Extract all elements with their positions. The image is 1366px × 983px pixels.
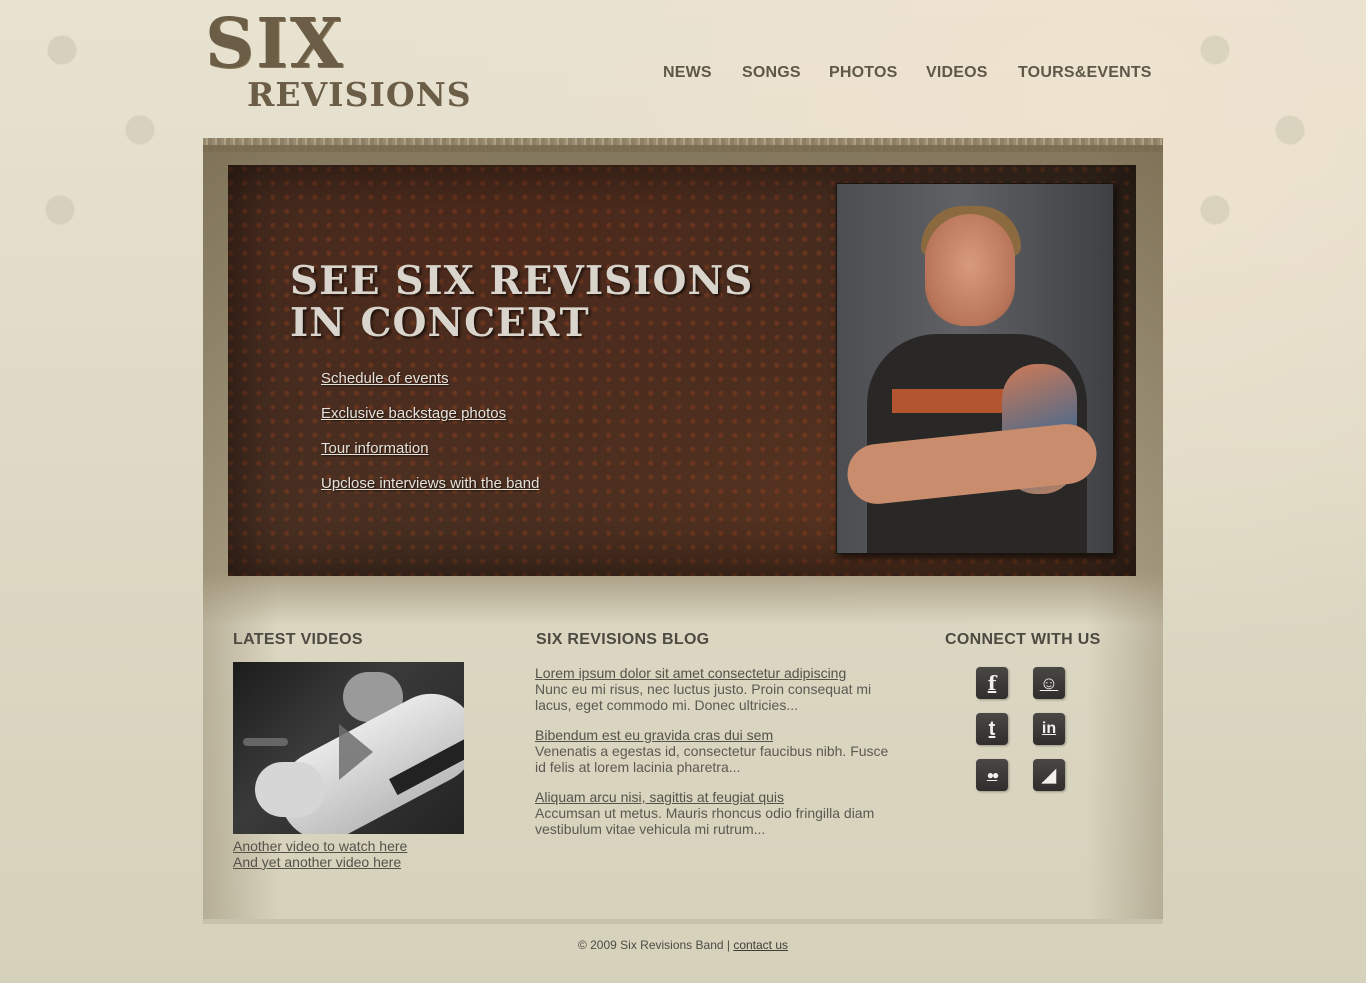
- footer-divider: [203, 919, 1163, 924]
- hero-link-backstage-photos[interactable]: Exclusive backstage photos: [321, 405, 539, 422]
- hero-link-list: Schedule of events Exclusive backstage p…: [321, 370, 539, 510]
- latest-videos-heading: LATEST VIDEOS: [233, 631, 363, 648]
- blog-post: Bibendum est eu gravida cras dui sem Ven…: [535, 727, 895, 775]
- nav-tours-events[interactable]: TOURS&EVENTS: [1018, 64, 1152, 82]
- linkedin-icon[interactable]: in: [1033, 713, 1065, 745]
- rss-icon[interactable]: ◢: [1033, 759, 1065, 791]
- video-link-list: Another video to watch here And yet anot…: [233, 838, 407, 870]
- blog-post-excerpt: Accumsan ut metus. Mauris rhoncus odio f…: [535, 805, 875, 837]
- blog-post-excerpt: Venenatis a egestas id, consectetur fauc…: [535, 743, 889, 775]
- latest-videos-section: LATEST VIDEOS Another video to watch her…: [233, 631, 493, 881]
- page-wrapper: SIX REVISIONS NEWS SONGS PHOTOS VIDEOS T…: [203, 0, 1163, 983]
- nav-news[interactable]: NEWS: [663, 64, 712, 82]
- nav-songs[interactable]: SONGS: [742, 64, 801, 82]
- blog-post-excerpt: Nunc eu mi risus, nec luctus justo. Proi…: [535, 681, 872, 713]
- footer: © 2009 Six Revisions Band | contact us: [203, 938, 1163, 952]
- video-link-2[interactable]: And yet another video here: [233, 854, 407, 870]
- photo-face: [925, 214, 1015, 326]
- flickr-icon[interactable]: ●●: [976, 759, 1008, 791]
- video-guitarist-hand: [255, 762, 325, 817]
- blog-post-title[interactable]: Bibendum est eu gravida cras dui sem: [535, 727, 895, 743]
- connect-section: CONNECT WITH US f ☺ t in ●● ◢: [945, 631, 1125, 811]
- footer-contact-link[interactable]: contact us: [733, 938, 788, 952]
- nav-videos[interactable]: VIDEOS: [926, 64, 988, 82]
- facebook-icon[interactable]: f: [976, 667, 1008, 699]
- footer-copyright: © 2009 Six Revisions Band |: [577, 938, 734, 952]
- hero-title-line1: SEE SIX REVISIONS: [290, 258, 754, 304]
- main-nav: NEWS SONGS PHOTOS VIDEOS TOURS&EVENTS: [203, 64, 1151, 88]
- video-microphone: [243, 738, 288, 746]
- blog-post: Aliquam arcu nisi, sagittis at feugiat q…: [535, 789, 895, 837]
- blog-post-title[interactable]: Aliquam arcu nisi, sagittis at feugiat q…: [535, 789, 895, 805]
- hero-title: SEE SIX REVISIONS IN CONCERT: [290, 260, 810, 344]
- nav-photos[interactable]: PHOTOS: [829, 64, 897, 82]
- hero-link-interviews[interactable]: Upclose interviews with the band: [321, 475, 539, 492]
- blog-post: Lorem ipsum dolor sit amet consectetur a…: [535, 665, 895, 713]
- hero-title-line2: IN CONCERT: [290, 300, 590, 346]
- myspace-icon[interactable]: ☺: [1033, 667, 1065, 699]
- band-member-photo: [836, 183, 1114, 554]
- hero-banner: SEE SIX REVISIONS IN CONCERT Schedule of…: [228, 165, 1136, 576]
- video-link-1[interactable]: Another video to watch here: [233, 838, 407, 854]
- connect-heading: CONNECT WITH US: [945, 631, 1101, 648]
- blog-post-title[interactable]: Lorem ipsum dolor sit amet consectetur a…: [535, 665, 895, 681]
- play-icon[interactable]: [339, 724, 373, 780]
- twitter-icon[interactable]: t: [976, 713, 1008, 745]
- blog-post-list: Lorem ipsum dolor sit amet consectetur a…: [535, 665, 895, 851]
- blog-section: SIX REVISIONS BLOG Lorem ipsum dolor sit…: [535, 631, 895, 851]
- blog-heading: SIX REVISIONS BLOG: [536, 631, 710, 648]
- hero-link-tour-info[interactable]: Tour information: [321, 440, 539, 457]
- hero-link-schedule[interactable]: Schedule of events: [321, 370, 539, 387]
- video-thumbnail[interactable]: [233, 662, 464, 834]
